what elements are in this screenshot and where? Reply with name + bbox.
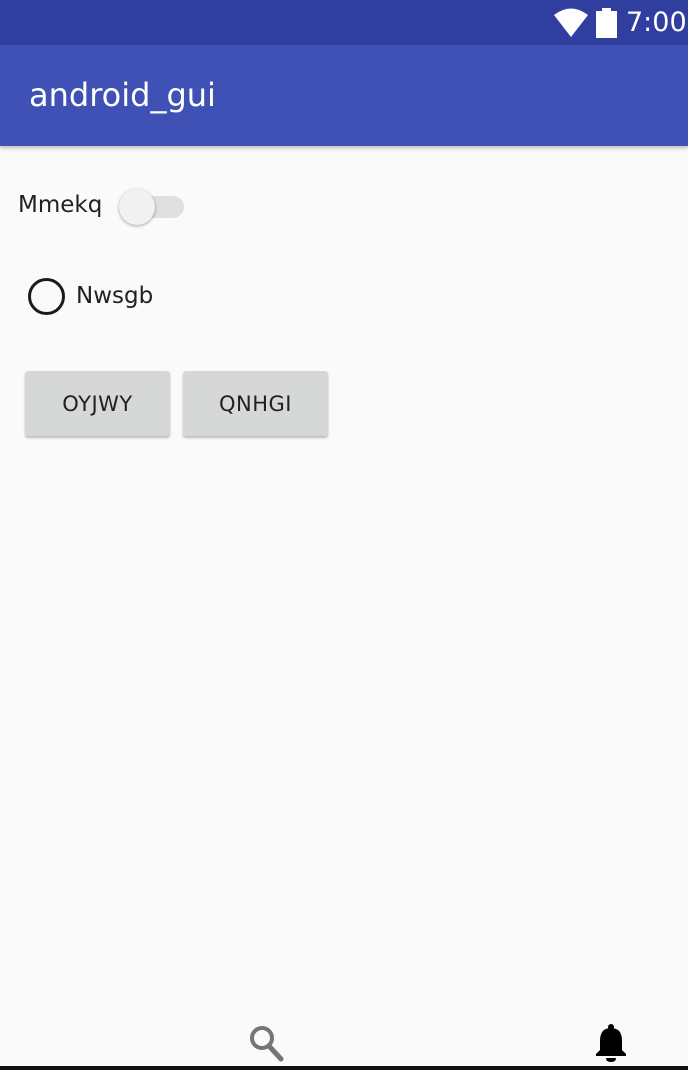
wifi-icon (554, 8, 588, 37)
radio-button[interactable] (28, 278, 65, 315)
app-bar: android_gui (0, 45, 688, 146)
search-icon[interactable] (248, 1024, 284, 1062)
app-title: android_gui (29, 76, 216, 114)
bottom-divider (0, 1066, 688, 1070)
battery-icon (596, 8, 617, 38)
status-bar: 7:00 (0, 0, 688, 45)
status-time: 7:00 (626, 7, 687, 38)
switch-thumb[interactable] (119, 189, 155, 225)
bell-icon[interactable] (595, 1024, 627, 1062)
qnhgi-button[interactable]: QNHGI (183, 371, 328, 436)
oyjwy-button[interactable]: OYJWY (25, 371, 170, 436)
switch-label: Mmekq (18, 192, 103, 218)
radio-label: Nwsgb (76, 283, 154, 309)
